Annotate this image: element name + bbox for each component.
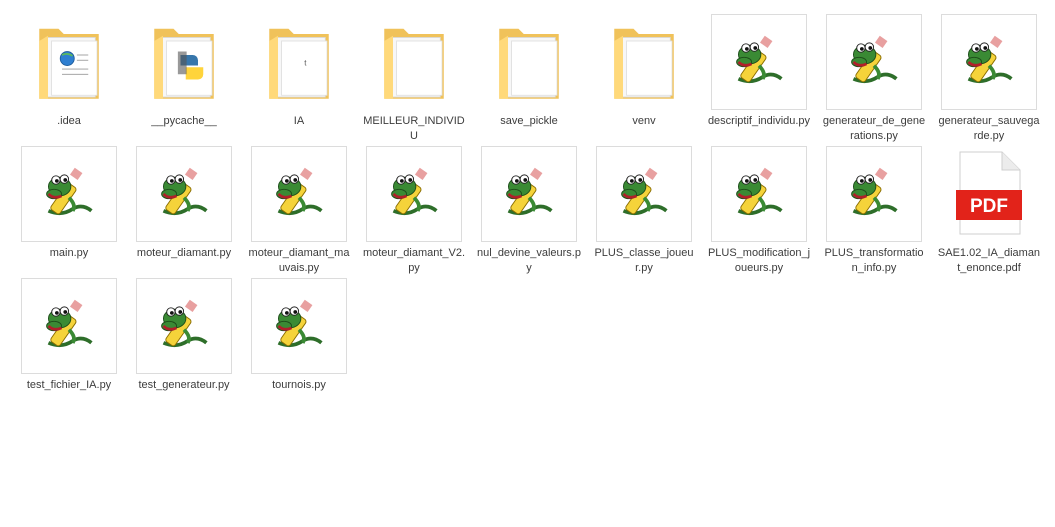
item-label: SAE1.02_IA_diamant_enonce.pdf [937,247,1041,274]
folder-item-meilleur-individu[interactable]: MEILLEUR_INDIVIDU [362,14,466,144]
item-label: save_pickle [500,115,558,127]
file-item-nul-devine-valeurs-py[interactable]: nul_devine_valeurs.py [477,146,581,276]
item-label: PLUS_modification_joueurs.py [707,247,811,274]
python-file-icon [941,14,1037,110]
file-item-generateur-de-generations-py[interactable]: generateur_de_generations.py [822,14,926,144]
python-file-icon [481,146,577,242]
item-label: generateur_sauvegarde.py [938,115,1040,142]
item-label: PLUS_classe_joueur.py [594,247,694,274]
item-label: test_generateur.py [138,379,230,391]
python-file-icon [366,146,462,242]
item-label: generateur_de_generations.py [822,115,926,142]
python-file-icon [21,146,117,242]
file-view: .idea __pycache__ t IA MEILLEUR_INDIVIDU… [0,0,1055,527]
file-item-main-py[interactable]: main.py [17,146,121,261]
item-label: nul_devine_valeurs.py [477,247,581,274]
item-label: .idea [57,115,81,127]
item-label: IA [293,115,305,127]
folder-item-venv[interactable]: venv [592,14,696,129]
file-item-tournois-py[interactable]: tournois.py [247,278,351,393]
item-label: __pycache__ [151,115,217,127]
file-item-plus-classe-joueur-py[interactable]: PLUS_classe_joueur.py [592,146,696,276]
pdf-badge-text: PDF [970,196,1008,217]
file-item-moteur-diamant-mauvais-py[interactable]: moteur_diamant_mauvais.py [247,146,351,276]
file-item-plus-modification-joueurs-py[interactable]: PLUS_modification_joueurs.py [707,146,811,276]
file-item-sae1-02-ia-diamant-enonce-pdf[interactable]: PDF SAE1.02_IA_diamant_enonce.pdf [937,146,1041,276]
folder-item-idea[interactable]: .idea [17,14,121,129]
file-item-test-generateur-py[interactable]: test_generateur.py [132,278,236,393]
folder-icon [136,14,232,110]
file-item-descriptif-individu-py[interactable]: descriptif_individu.py [707,14,811,129]
file-item-generateur-sauvegarde-py[interactable]: generateur_sauvegarde.py [937,14,1041,144]
item-label: moteur_diamant_mauvais.py [248,247,350,274]
item-label: venv [632,115,656,127]
file-item-test-fichier-ia-py[interactable]: test_fichier_IA.py [17,278,121,393]
python-file-icon [826,146,922,242]
folder-icon: t [251,14,347,110]
folder-item-pycache[interactable]: __pycache__ [132,14,236,129]
folder-icon [366,14,462,110]
python-file-icon [596,146,692,242]
python-file-icon [251,146,347,242]
python-file-icon [21,278,117,374]
item-label: test_fichier_IA.py [26,379,112,391]
folder-item-ia[interactable]: t IA [247,14,351,129]
python-file-icon [136,278,232,374]
item-label: moteur_diamant_V2.py [362,247,466,274]
python-file-icon [826,14,922,110]
python-file-icon [136,146,232,242]
folder-item-save-pickle[interactable]: save_pickle [477,14,581,129]
item-label: MEILLEUR_INDIVIDU [363,115,465,142]
file-item-moteur-diamant-v2-py[interactable]: moteur_diamant_V2.py [362,146,466,276]
file-item-moteur-diamant-py[interactable]: moteur_diamant.py [132,146,236,261]
folder-icon [21,14,117,110]
folder-icon [596,14,692,110]
item-label: PLUS_transformation_info.py [824,247,924,274]
pdf-file-icon: PDF [941,146,1037,242]
item-label: main.py [49,247,89,259]
folder-icon [481,14,577,110]
python-file-icon [711,146,807,242]
python-file-icon [251,278,347,374]
python-file-icon [711,14,807,110]
file-item-plus-transformation-info-py[interactable]: PLUS_transformation_info.py [822,146,926,276]
item-label: descriptif_individu.py [707,115,811,127]
item-label: tournois.py [272,379,326,391]
item-label: moteur_diamant.py [136,247,232,259]
